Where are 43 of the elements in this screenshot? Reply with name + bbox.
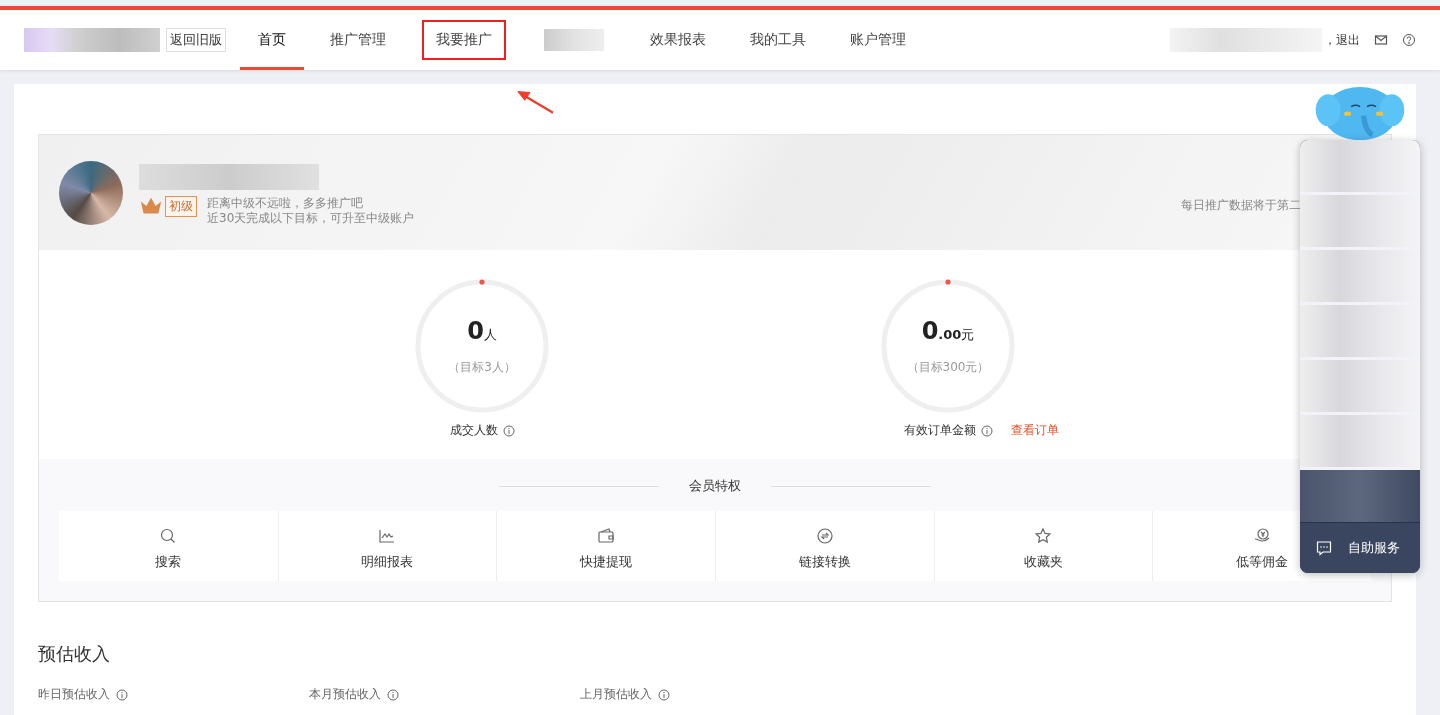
goal-text: 近30天完成以下目标，可升至中级账户 xyxy=(207,210,415,226)
nav-tab[interactable]: 我的工具 xyxy=(732,10,824,70)
chart-icon xyxy=(378,527,397,545)
goal-label: 有效订单金额 xyxy=(903,422,976,439)
nav-tab[interactable]: 我要推广 xyxy=(412,10,516,70)
section-title: 会员特权 xyxy=(689,477,741,495)
privilege-item[interactable]: 快捷提现 xyxy=(496,511,715,581)
income-label: 上月预估收入 xyxy=(580,686,652,703)
privilege-item[interactable]: 搜索 xyxy=(59,511,278,581)
star-icon xyxy=(1034,527,1053,545)
goal-value: 0人 xyxy=(467,316,497,345)
nav-tab[interactable]: 效果报表 xyxy=(632,10,724,70)
coin-hand-icon xyxy=(1253,527,1272,545)
info-icon xyxy=(387,688,399,701)
chat-icon xyxy=(1316,540,1332,556)
nav-tab[interactable]: 账户管理 xyxy=(832,10,924,70)
goal-value: 0.00元 xyxy=(921,316,975,345)
privilege-item[interactable]: 链接转换 xyxy=(715,511,934,581)
info-icon xyxy=(502,424,515,437)
income-label: 昨日预估收入 xyxy=(38,686,110,703)
exchange-icon xyxy=(815,527,834,545)
help-icon[interactable] xyxy=(1402,33,1416,47)
level-badge: 初级 xyxy=(165,195,197,217)
wallet-icon xyxy=(597,527,616,545)
mail-icon[interactable] xyxy=(1374,33,1388,47)
notice-text: 每日推广数据将于第二 xyxy=(1181,197,1301,214)
logout-link[interactable]: ，退出 xyxy=(1324,31,1360,49)
section-heading: 预估收入 xyxy=(38,642,111,666)
old-version-button[interactable]: 返回旧版 xyxy=(166,28,226,52)
view-orders-link[interactable]: 查看订单 xyxy=(1010,422,1059,439)
goal-label: 成交人数 xyxy=(449,422,498,439)
goal-target: （目标300元） xyxy=(906,358,990,376)
info-icon xyxy=(116,688,128,701)
nav-tab[interactable]: 首页 xyxy=(240,10,304,70)
info-icon xyxy=(658,688,670,701)
self-service-button[interactable]: 自助服务 xyxy=(1300,523,1420,573)
privilege-item[interactable]: 明细报表 xyxy=(277,511,497,581)
goal-target: （目标3人） xyxy=(448,358,516,376)
income-label: 本月预估收入 xyxy=(309,686,381,703)
nav-tab[interactable]: 推广管理 xyxy=(312,10,404,70)
info-icon xyxy=(980,424,993,437)
level-message: 距离中级不远啦，多多推广吧 xyxy=(207,195,364,211)
privilege-item[interactable]: 收藏夹 xyxy=(933,511,1153,581)
